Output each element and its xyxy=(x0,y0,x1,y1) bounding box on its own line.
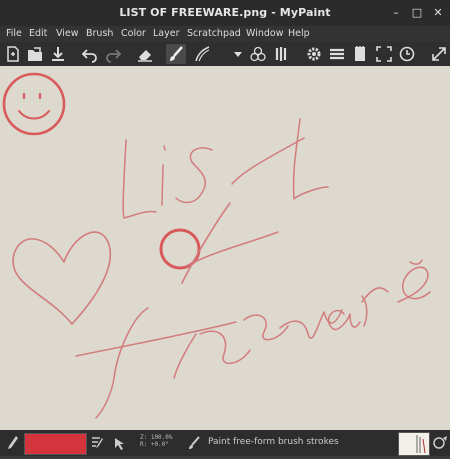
maximize-button[interactable]: □ xyxy=(409,5,425,21)
pick-layer-icon[interactable] xyxy=(112,434,128,452)
dropdown-icon[interactable] xyxy=(228,44,248,64)
edit-layer-icon[interactable] xyxy=(90,434,106,452)
status-message: Paint free-form brush strokes xyxy=(208,437,339,447)
scratchpad-icon[interactable] xyxy=(350,44,370,64)
brush-settings-icon[interactable] xyxy=(192,44,212,64)
paintbrush-icon[interactable] xyxy=(166,44,186,64)
text-list-drawing xyxy=(122,118,329,219)
color-circles-icon[interactable] xyxy=(248,44,268,64)
menu-color[interactable]: Color xyxy=(121,28,146,39)
drawing-canvas[interactable] xyxy=(0,66,450,430)
current-color-swatch[interactable] xyxy=(24,433,87,455)
menu-help[interactable]: Help xyxy=(288,28,310,39)
brush-mode-icon xyxy=(186,434,202,452)
fullscreen-icon[interactable] xyxy=(374,44,394,64)
history-icon[interactable] xyxy=(397,44,417,64)
zoom-level: Z: 100.0% xyxy=(140,434,173,441)
open-file-icon[interactable] xyxy=(25,44,45,64)
palette-icon[interactable] xyxy=(433,434,449,452)
menu-view[interactable]: View xyxy=(56,28,79,39)
canvas-drawing xyxy=(2,72,431,419)
settings-icon[interactable] xyxy=(304,44,324,64)
undo-icon[interactable] xyxy=(80,44,100,64)
window-title: LIST OF FREEWARE.png - MyPaint xyxy=(119,6,331,19)
expand-icon[interactable] xyxy=(429,44,449,64)
close-button[interactable]: ✕ xyxy=(430,5,446,21)
save-icon[interactable] xyxy=(48,44,68,64)
new-file-icon[interactable] xyxy=(3,44,23,64)
layers-icon[interactable] xyxy=(327,44,347,64)
heart-drawing xyxy=(12,231,112,325)
brush-presets-icon[interactable] xyxy=(271,44,291,64)
menu-bar: File Edit View Brush Color Layer Scratch… xyxy=(0,26,450,42)
menu-layer[interactable]: Layer xyxy=(153,28,180,39)
text-freeware-drawing xyxy=(75,259,431,419)
menu-window[interactable]: Window xyxy=(246,28,283,39)
title-bar: LIST OF FREEWARE.png - MyPaint – □ ✕ xyxy=(0,0,450,26)
zoom-rotation-readout: Z: 100.0% R: +0.0° xyxy=(140,434,173,448)
rotation-level: R: +0.0° xyxy=(140,441,169,448)
minimize-button[interactable]: – xyxy=(388,5,404,21)
color-picker-icon[interactable] xyxy=(4,434,20,452)
menu-brush[interactable]: Brush xyxy=(86,28,113,39)
brush-preview-thumbnail[interactable] xyxy=(398,432,430,456)
eraser-icon[interactable] xyxy=(135,44,155,64)
menu-edit[interactable]: Edit xyxy=(29,28,47,39)
status-bar: Z: 100.0% R: +0.0° Paint free-form brush… xyxy=(0,430,450,456)
text-of-drawing xyxy=(159,202,279,284)
menu-file[interactable]: File xyxy=(6,28,22,39)
toolbar xyxy=(0,42,450,67)
redo-icon[interactable] xyxy=(103,44,123,64)
smiley-drawing xyxy=(2,72,66,136)
menu-scratchpad[interactable]: Scratchpad xyxy=(187,28,241,39)
